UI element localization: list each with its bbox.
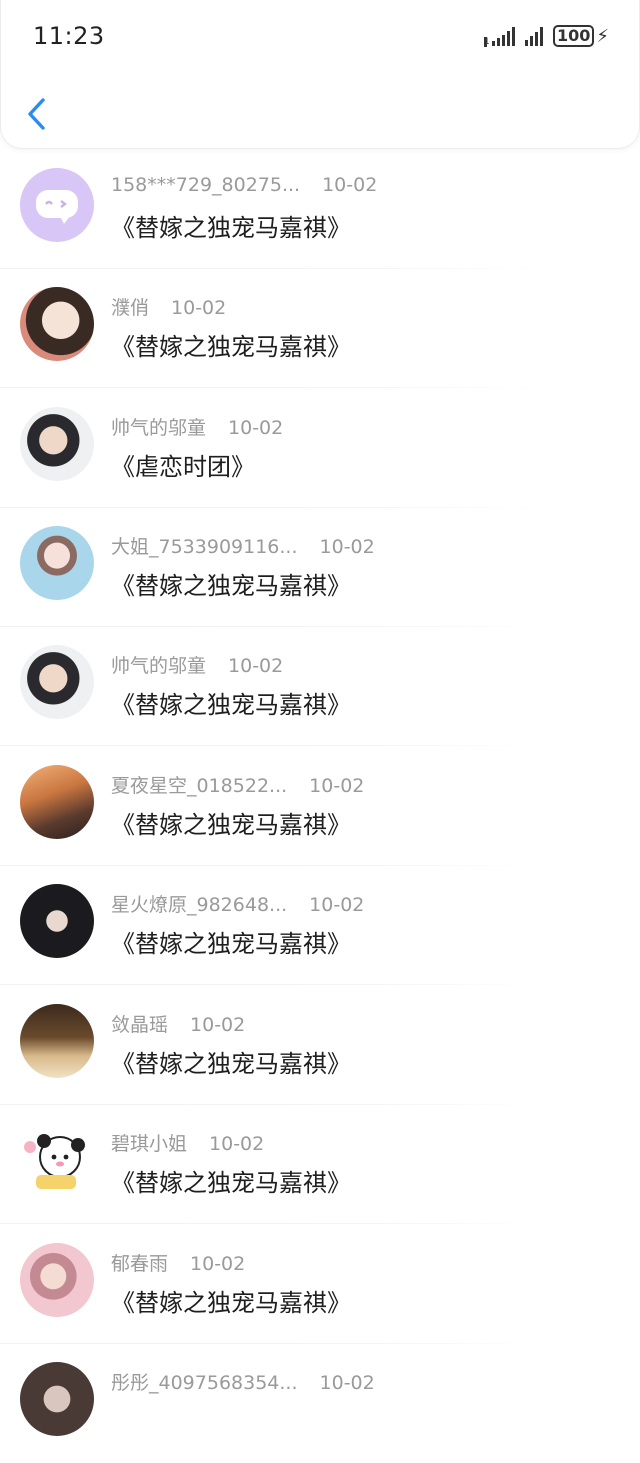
book-title[interactable]: 《替嫁之独宠马嘉祺》 — [111, 1283, 351, 1318]
book-title[interactable]: 《虐恋时团》 — [111, 447, 255, 482]
list-item[interactable]: 158***729_80275... 10-02 《替嫁之独宠马嘉祺》 — [0, 150, 640, 269]
user-name: 濮俏 — [111, 297, 150, 319]
user-name: 星火燎原_982648... — [111, 894, 288, 916]
user-name: 夏夜星空_018522... — [111, 775, 288, 797]
book-title[interactable]: 《替嫁之独宠马嘉祺》 — [111, 1044, 351, 1079]
costume-avatar[interactable] — [20, 1243, 94, 1317]
date: 10-02 — [190, 1253, 246, 1275]
book-title[interactable]: 《替嫁之独宠马嘉祺》 — [111, 566, 351, 601]
date: 10-02 — [319, 1372, 375, 1394]
book-title[interactable]: 《替嫁之独宠马嘉祺》 — [111, 1163, 351, 1198]
list-item[interactable]: 碧琪小姐 10-02 《替嫁之独宠马嘉祺》 — [0, 1105, 640, 1224]
boy-photo-avatar[interactable] — [20, 407, 94, 481]
date: 10-02 — [309, 894, 365, 916]
list-item[interactable]: 星火燎原_982648... 10-02 《替嫁之独宠马嘉祺》 — [0, 866, 640, 985]
girl-photo-avatar[interactable] — [20, 526, 94, 600]
user-name: 帅气的邬童 — [111, 655, 207, 677]
date: 10-02 — [209, 1133, 265, 1155]
list-item[interactable]: 彤彤_4097568354... 10-02 — [0, 1344, 640, 1463]
battery-icon: 100 ⚡ — [552, 25, 609, 47]
list-item[interactable]: 大姐_7533909116... 10-02 《替嫁之独宠马嘉祺》 — [0, 508, 640, 627]
book-title[interactable]: 《替嫁之独宠马嘉祺》 — [111, 924, 351, 959]
chat-bubble-avatar[interactable] — [20, 168, 94, 242]
sunset-avatar[interactable] — [20, 765, 94, 839]
divider — [0, 1223, 540, 1224]
user-name: 彤彤_4097568354... — [111, 1372, 298, 1394]
partial-avatar[interactable] — [20, 1362, 94, 1436]
cartoon-avatar[interactable] — [20, 1123, 94, 1197]
reading-girl-avatar[interactable] — [20, 1004, 94, 1078]
list-item[interactable]: 帅气的邬童 10-02 《替嫁之独宠马嘉祺》 — [0, 627, 640, 746]
user-name: 大姐_7533909116... — [111, 536, 298, 558]
list-item[interactable]: 敛晶瑶 10-02 《替嫁之独宠马嘉祺》 — [0, 986, 640, 1105]
anime-girl-avatar[interactable] — [20, 287, 94, 361]
book-title[interactable]: 《替嫁之独宠马嘉祺》 — [111, 685, 351, 720]
status-time: 11:23 — [33, 22, 105, 50]
divider — [0, 387, 540, 388]
date: 10-02 — [190, 1014, 246, 1036]
date: 10-02 — [228, 655, 284, 677]
top-header: 11:23 1 100 ⚡ — [0, 0, 640, 149]
book-title[interactable]: 《替嫁之独宠马嘉祺》 — [111, 805, 351, 840]
status-icons: 1 100 ⚡ — [476, 24, 609, 48]
back-chevron-icon[interactable] — [23, 94, 53, 134]
date: 10-02 — [171, 297, 227, 319]
list-item[interactable]: 帅气的邬童 10-02 《虐恋时团》 — [0, 389, 640, 508]
user-name: 郁春雨 — [111, 1253, 169, 1275]
book-title[interactable]: 《替嫁之独宠马嘉祺》 — [111, 327, 351, 362]
charging-icon: ⚡ — [596, 25, 609, 47]
list-item[interactable]: 郁春雨 10-02 《替嫁之独宠马嘉祺》 — [0, 1225, 640, 1344]
divider — [0, 984, 540, 985]
list-item[interactable]: 濮俏 10-02 《替嫁之独宠马嘉祺》 — [0, 269, 640, 388]
date: 10-02 — [322, 174, 378, 196]
couple-avatar[interactable] — [20, 884, 94, 958]
date: 10-02 — [228, 417, 284, 439]
battery-level: 100 — [552, 25, 595, 47]
date: 10-02 — [319, 536, 375, 558]
user-name: 帅气的邬童 — [111, 417, 207, 439]
user-name: 158***729_80275... — [111, 174, 301, 196]
signal-1-icon: 1 — [483, 26, 515, 47]
boy-photo-avatar[interactable] — [20, 645, 94, 719]
divider — [0, 745, 540, 746]
user-name: 敛晶瑶 — [111, 1014, 169, 1036]
user-name: 碧琪小姐 — [111, 1133, 188, 1155]
list-item[interactable]: 夏夜星空_018522... 10-02 《替嫁之独宠马嘉祺》 — [0, 747, 640, 866]
date: 10-02 — [309, 775, 365, 797]
book-title[interactable]: 《替嫁之独宠马嘉祺》 — [111, 208, 351, 243]
signal-2-icon — [524, 26, 543, 46]
